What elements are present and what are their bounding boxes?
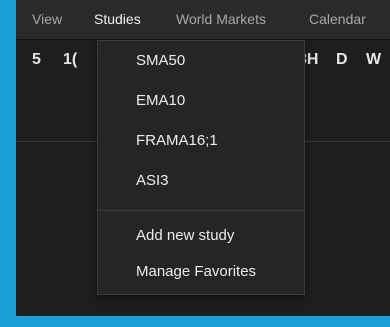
study-item-sma50[interactable]: SMA50 <box>98 43 304 79</box>
study-item-asi3[interactable]: ASI3 <box>98 163 304 199</box>
timeframe-10[interactable]: 1( <box>63 40 77 80</box>
menu-bar: View Studies World Markets Calendar <box>16 0 390 40</box>
manage-favorites-item[interactable]: Manage Favorites <box>98 254 304 290</box>
studies-dropdown: SMA50 EMA10 FRAMA16;1 ASI3 Add new study… <box>97 40 305 295</box>
timeframe-w[interactable]: W <box>366 40 381 80</box>
menu-studies[interactable]: Studies <box>94 0 141 39</box>
menu-separator <box>98 210 304 211</box>
menu-calendar[interactable]: Calendar <box>309 0 366 39</box>
study-item-frama[interactable]: FRAMA16;1 <box>98 123 304 159</box>
menu-world-markets[interactable]: World Markets <box>176 0 266 39</box>
timeframe-d[interactable]: D <box>336 40 348 80</box>
add-new-study-item[interactable]: Add new study <box>98 218 304 254</box>
chart-window: View Studies World Markets Calendar 5 1(… <box>16 0 390 316</box>
menu-view[interactable]: View <box>32 0 62 39</box>
study-item-ema10[interactable]: EMA10 <box>98 83 304 119</box>
timeframe-5[interactable]: 5 <box>32 40 41 80</box>
